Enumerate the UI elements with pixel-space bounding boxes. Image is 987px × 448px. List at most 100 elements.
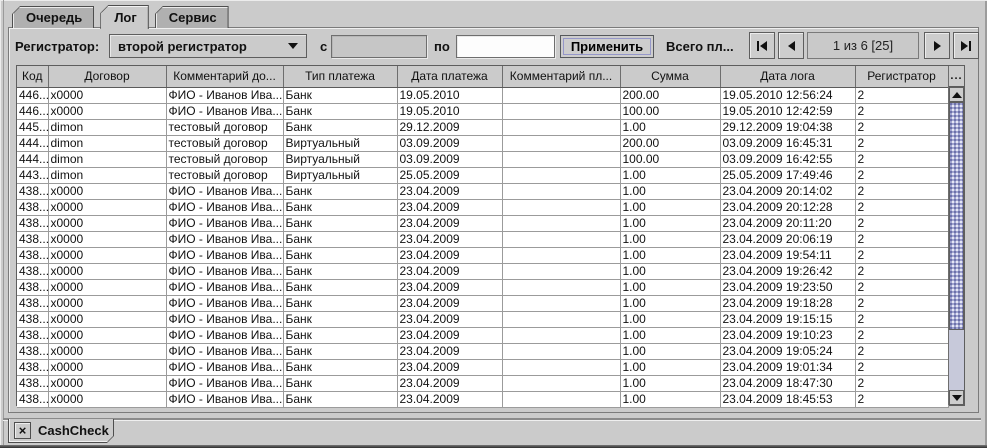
column-header[interactable]: Комментарий пл... xyxy=(502,66,620,87)
table-cell: 1.00 xyxy=(620,311,720,327)
table-cell: 23.04.2009 xyxy=(397,199,502,215)
table-row[interactable]: 438...x0000ФИО - Иванов Ива...Банк23.04.… xyxy=(17,247,948,263)
table-header-row: КодДоговорКомментарий до...Тип платежаДа… xyxy=(17,66,948,87)
pager-status: 1 из 6 [25] xyxy=(807,32,919,59)
table-cell: 23.04.2009 xyxy=(397,359,502,375)
table-cell: Виртуальный xyxy=(283,135,397,151)
date-from-input[interactable] xyxy=(331,35,427,58)
table-row[interactable]: 438...x0000ФИО - Иванов Ива...Банк23.04.… xyxy=(17,183,948,199)
table-cell xyxy=(502,183,620,199)
table-cell: Банк xyxy=(283,87,397,103)
table-cell: 438... xyxy=(17,343,48,359)
log-table-scrollpane: КодДоговорКомментарий до...Тип платежаДа… xyxy=(16,65,965,406)
column-header[interactable]: Регистратор xyxy=(855,66,948,87)
first-page-button[interactable] xyxy=(749,32,775,59)
first-page-icon xyxy=(757,41,759,51)
scroll-up-button[interactable] xyxy=(949,87,964,102)
last-page-icon xyxy=(969,41,971,51)
table-row[interactable]: 438...x0000ФИО - Иванов Ива...Банк23.04.… xyxy=(17,295,948,311)
log-table: КодДоговорКомментарий до...Тип платежаДа… xyxy=(17,66,949,408)
scroll-down-button[interactable] xyxy=(949,390,964,405)
table-row[interactable]: 443...dimonтестовый договорВиртуальный25… xyxy=(17,167,948,183)
table-cell: 23.04.2009 19:15:15 xyxy=(720,311,855,327)
tab-cashcheck[interactable]: × CashCheck xyxy=(8,419,114,443)
table-cell: 1.00 xyxy=(620,391,720,407)
table-cell: 2 xyxy=(855,391,948,407)
apply-button[interactable]: Применить xyxy=(560,35,654,58)
table-cell: 438... xyxy=(17,199,48,215)
table-cell: Банк xyxy=(283,247,397,263)
table-row[interactable]: 438...x0000ФИО - Иванов Ива...Банк23.04.… xyxy=(17,215,948,231)
next-page-button[interactable] xyxy=(924,32,950,59)
table-row[interactable]: 438...x0000ФИО - Иванов Ива...Банк23.04.… xyxy=(17,327,948,343)
pager: 1 из 6 [25] xyxy=(749,32,979,59)
table-row[interactable]: 446...x0000ФИО - Иванов Ива...Банк19.05.… xyxy=(17,103,948,119)
scrollbar-track[interactable] xyxy=(949,330,964,390)
table-row[interactable]: 444...dimonтестовый договорВиртуальный03… xyxy=(17,135,948,151)
table-cell: 23.04.2009 xyxy=(397,343,502,359)
table-cell: ФИО - Иванов Ива... xyxy=(166,327,283,343)
registrar-combobox[interactable]: второй регистратор xyxy=(109,34,307,58)
tab-queue[interactable]: Очередь xyxy=(12,6,94,28)
table-row[interactable]: 445...dimonтестовый договорБанк29.12.200… xyxy=(17,119,948,135)
table-cell xyxy=(502,311,620,327)
column-header[interactable]: Код xyxy=(17,66,48,87)
column-header[interactable]: Дата платежа xyxy=(397,66,502,87)
table-cell: 03.09.2009 16:45:31 xyxy=(720,135,855,151)
table-cell: x0000 xyxy=(48,87,166,103)
column-header[interactable]: Комментарий до... xyxy=(166,66,283,87)
total-payments-label: Всего пл... xyxy=(666,39,734,54)
table-row[interactable]: 444...dimonтестовый договорВиртуальный03… xyxy=(17,151,948,167)
column-header[interactable]: Тип платежа xyxy=(283,66,397,87)
table-cell: 2 xyxy=(855,247,948,263)
table-cell: 2 xyxy=(855,167,948,183)
table-row[interactable]: 438...x0000ФИО - Иванов Ива...Банк23.04.… xyxy=(17,231,948,247)
table-cell: x0000 xyxy=(48,327,166,343)
table-cell: dimon xyxy=(48,135,166,151)
table-cell: x0000 xyxy=(48,375,166,391)
table-cell: 438... xyxy=(17,183,48,199)
date-to-input[interactable] xyxy=(456,35,555,58)
table-cell: 445... xyxy=(17,119,48,135)
table-row[interactable]: 438...x0000ФИО - Иванов Ива...Банк23.04.… xyxy=(17,343,948,359)
table-row[interactable]: 438...x0000ФИО - Иванов Ива...Банк23.04.… xyxy=(17,199,948,215)
arrow-up-icon xyxy=(952,92,962,98)
table-row[interactable]: 438...x0000ФИО - Иванов Ива...Банк23.04.… xyxy=(17,359,948,375)
table-cell: 1.00 xyxy=(620,167,720,183)
close-tab-icon[interactable]: × xyxy=(14,422,31,439)
column-options-button[interactable]: ... xyxy=(948,66,964,87)
bottom-tabbar-line xyxy=(3,418,981,420)
table-cell: 444... xyxy=(17,151,48,167)
column-header[interactable]: Сумма xyxy=(620,66,720,87)
table-cell: тестовый договор xyxy=(166,135,283,151)
scrollbar-thumb[interactable] xyxy=(949,102,964,330)
table-cell xyxy=(502,199,620,215)
table-cell: Банк xyxy=(283,215,397,231)
table-cell: 03.09.2009 16:42:55 xyxy=(720,151,855,167)
table-cell: 2 xyxy=(855,215,948,231)
table-cell: Виртуальный xyxy=(283,151,397,167)
table-row[interactable]: 438...x0000ФИО - Иванов Ива...Банк23.04.… xyxy=(17,391,948,407)
table-row[interactable]: 438...x0000ФИО - Иванов Ива...Банк23.04.… xyxy=(17,279,948,295)
tab-service[interactable]: Сервис xyxy=(155,6,229,28)
table-cell: 1.00 xyxy=(620,279,720,295)
table-cell: 100.00 xyxy=(620,151,720,167)
column-header[interactable]: Дата лога xyxy=(720,66,855,87)
table-cell: 2 xyxy=(855,279,948,295)
last-page-button[interactable] xyxy=(953,32,979,59)
table-cell: ФИО - Иванов Ива... xyxy=(166,199,283,215)
table-cell: x0000 xyxy=(48,215,166,231)
table-row[interactable]: 446...x0000ФИО - Иванов Ива...Банк19.05.… xyxy=(17,87,948,103)
tab-log[interactable]: Лог xyxy=(100,5,148,29)
prev-page-button[interactable] xyxy=(778,32,804,59)
table-cell: 03.09.2009 xyxy=(397,135,502,151)
table-row[interactable]: 438...x0000ФИО - Иванов Ива...Банк23.04.… xyxy=(17,263,948,279)
table-cell: 23.04.2009 xyxy=(397,183,502,199)
table-cell xyxy=(502,247,620,263)
table-row[interactable]: 438...x0000ФИО - Иванов Ива...Банк23.04.… xyxy=(17,375,948,391)
log-tab-panel: Регистратор: второй регистратор с по При… xyxy=(8,27,979,413)
table-cell xyxy=(502,87,620,103)
table-row[interactable]: 438...x0000ФИО - Иванов Ива...Банк23.04.… xyxy=(17,311,948,327)
app-window: Очередь Лог Сервис Регистратор: второй р… xyxy=(0,0,987,448)
column-header[interactable]: Договор xyxy=(48,66,166,87)
